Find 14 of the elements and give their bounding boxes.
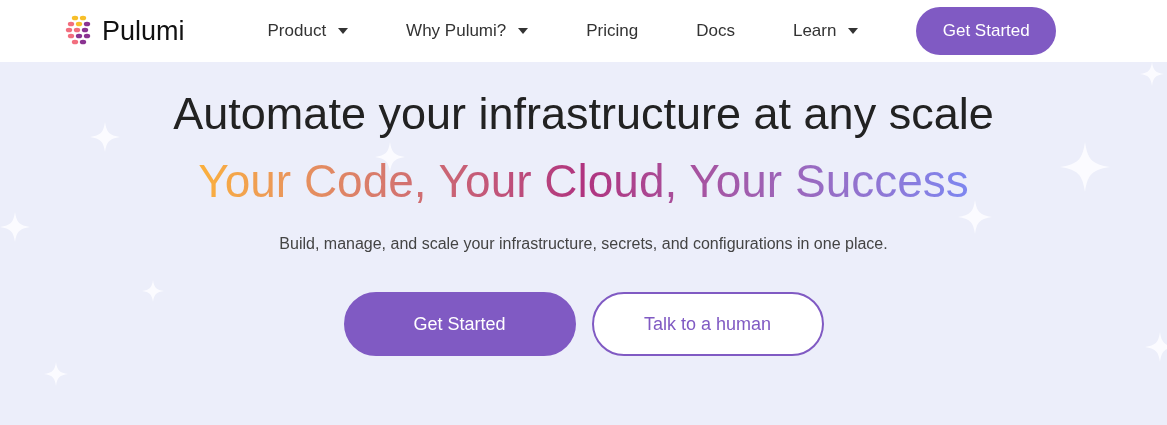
hero-description: Build, manage, and scale your infrastructure, secrets, and configurations in one place. bbox=[279, 234, 888, 254]
nav-link[interactable]: Product bbox=[267, 18, 349, 44]
get-started-button[interactable]: Get Started bbox=[343, 292, 576, 356]
nav-link[interactable]: Learn bbox=[792, 18, 859, 44]
nav-link[interactable]: Why Pulumi? bbox=[406, 18, 529, 44]
logo-text: Pulumi bbox=[102, 14, 185, 48]
nav-link[interactable]: Docs bbox=[696, 18, 735, 44]
hero-title: Automate your infrastructure at any scale bbox=[173, 87, 994, 141]
caret-icon bbox=[338, 28, 349, 34]
contact-button[interactable]: Talk to a human bbox=[591, 292, 824, 356]
nav-link[interactable]: Pricing bbox=[586, 18, 639, 44]
caret-icon bbox=[848, 28, 859, 34]
get-started-button[interactable]: Get Started bbox=[916, 7, 1056, 55]
caret-icon bbox=[518, 28, 529, 34]
